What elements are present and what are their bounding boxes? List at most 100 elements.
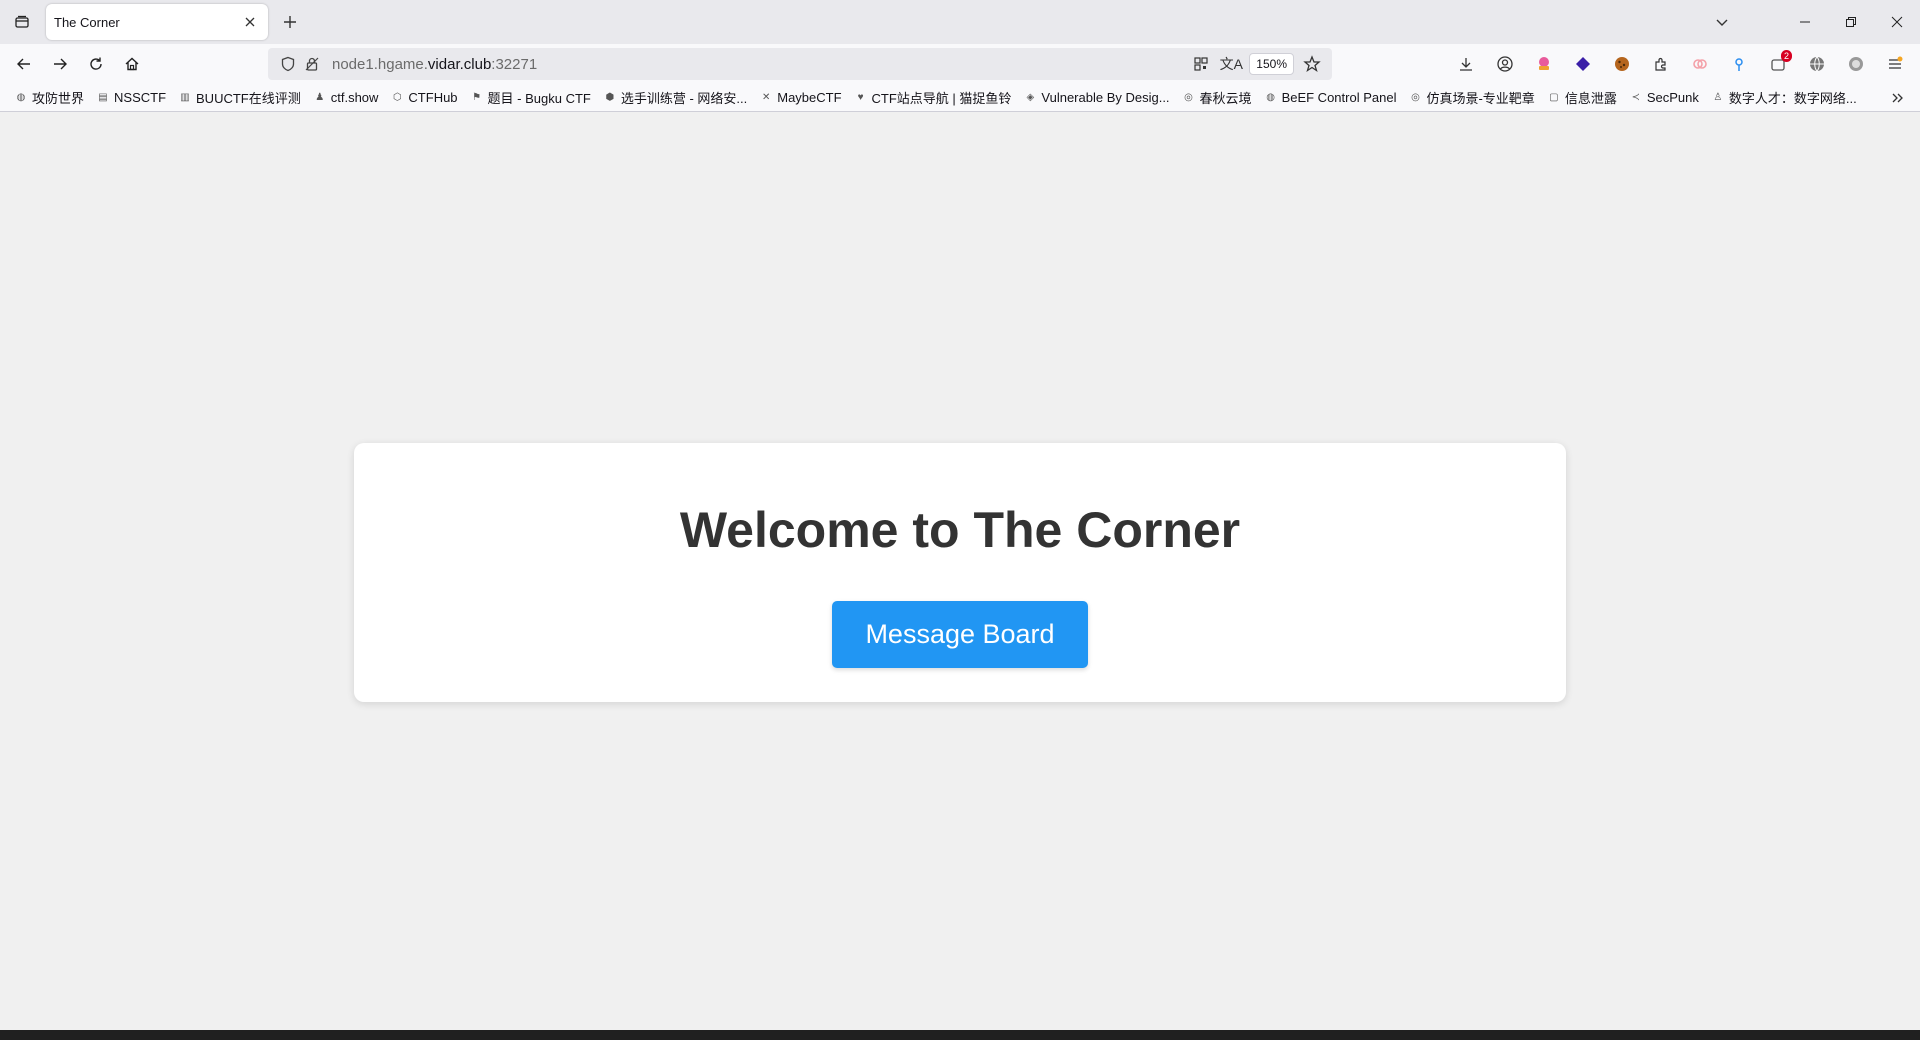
minimize-button[interactable]	[1782, 0, 1828, 44]
close-icon	[245, 17, 255, 27]
bookmark-item[interactable]: ✕ MaybeCTF	[753, 86, 847, 110]
bookmark-item[interactable]: ◍ BeEF Control Panel	[1258, 86, 1403, 110]
bookmark-label: 信息泄露	[1564, 91, 1617, 106]
bookmark-label: CTF站点导航 | 猫捉鱼铃	[871, 91, 1012, 106]
welcome-card: Welcome to The Corner Message Board	[354, 443, 1566, 702]
taskbar-edge	[0, 1030, 1920, 1040]
back-button[interactable]	[8, 48, 40, 80]
hamburger-menu-icon	[1889, 56, 1903, 69]
flag-icon: ⚑	[472, 92, 482, 103]
bookmark-item[interactable]: ▤ NSSCTF	[90, 86, 172, 110]
bookmark-label: BUUCTF在线评测	[196, 91, 301, 106]
extensions-puzzle-icon[interactable]	[1645, 48, 1677, 80]
runner-icon: ♟	[315, 92, 325, 103]
restore-icon	[1846, 17, 1856, 27]
bookmark-item[interactable]: ⬢ 选手训练营 - 网络安...	[597, 86, 753, 110]
bookmark-item[interactable]: ◎ 仿真场景-专业靶章	[1402, 86, 1540, 110]
bookmark-item[interactable]: ♥ CTF站点导航 | 猫捉鱼铃	[848, 86, 1018, 110]
arrow-right-icon	[54, 58, 67, 70]
extension-cube-icon[interactable]	[1567, 48, 1599, 80]
tab-list-button[interactable]	[4, 6, 40, 38]
arrow-left-icon	[17, 58, 30, 70]
qr-code-icon[interactable]	[1189, 52, 1213, 76]
url-domain: vidar.club	[427, 55, 492, 73]
navigation-toolbar: node1.hgame.vidar.club:32271 文A 150% 2	[0, 44, 1920, 84]
close-window-button[interactable]	[1874, 0, 1920, 44]
square-icon: ▢	[1549, 92, 1559, 103]
bookmark-item[interactable]: ◎ 春秋云境	[1176, 86, 1258, 110]
bookmark-label: 攻防世界	[32, 91, 85, 106]
zoom-level-button[interactable]: 150%	[1249, 53, 1294, 75]
restore-button[interactable]	[1828, 0, 1874, 44]
bookmark-label: BeEF Control Panel	[1281, 90, 1397, 105]
cookie-icon[interactable]	[1606, 48, 1638, 80]
swirl-icon: ◎	[1184, 92, 1193, 103]
bookmark-item[interactable]: ▢ 信息泄露	[1541, 86, 1623, 110]
page-content: Welcome to The Corner Message Board	[0, 113, 1920, 1030]
bookmark-item[interactable]: ◈ Vulnerable By Desig...	[1017, 86, 1175, 110]
bookmark-label: 选手训练营 - 网络安...	[620, 91, 748, 106]
bookmark-item[interactable]: ▥ BUUCTF在线评测	[172, 86, 307, 110]
reload-button[interactable]	[80, 48, 112, 80]
bookmark-item[interactable]: ♙ 数字人才：数字网络...	[1705, 86, 1863, 110]
tab-list-icon	[15, 15, 29, 28]
bookmark-label: CTFHub	[408, 90, 458, 105]
extension-circle-icon[interactable]	[1840, 48, 1872, 80]
translate-icon[interactable]: 文A	[1219, 52, 1243, 76]
downloads-button[interactable]	[1450, 48, 1482, 80]
person-icon: ♙	[1713, 92, 1723, 103]
bookmark-label: Vulnerable By Desig...	[1041, 90, 1170, 105]
bookmark-item[interactable]: ≺ SecPunk	[1623, 86, 1705, 110]
extension-badge: 2	[1780, 50, 1792, 62]
tab-strip: The Corner	[0, 0, 1920, 44]
extension-link-icon[interactable]	[1684, 48, 1716, 80]
bookmark-label: 数字人才：数字网络...	[1728, 91, 1857, 106]
extension-notify-button[interactable]: 2	[1762, 48, 1794, 80]
reload-icon	[90, 57, 102, 70]
cat-icon: ♥	[857, 92, 864, 103]
buu-icon: ▥	[180, 92, 190, 103]
urlbar-actions: 文A 150%	[1189, 52, 1324, 76]
active-tab[interactable]: The Corner	[46, 4, 268, 40]
download-icon	[1460, 58, 1472, 71]
extension-hat-icon[interactable]	[1528, 48, 1560, 80]
home-button[interactable]	[116, 48, 148, 80]
bookmark-item[interactable]: ⚑ 题目 - Bugku CTF	[464, 86, 597, 110]
extension-pin-icon[interactable]	[1723, 48, 1755, 80]
message-board-button[interactable]: Message Board	[832, 601, 1088, 668]
bookmark-item[interactable]: ♟ ctf.show	[307, 86, 385, 110]
extension-globe-icon[interactable]	[1801, 48, 1833, 80]
bookmark-item[interactable]: ⬡ CTFHub	[384, 86, 463, 110]
cube-icon: ◈	[1026, 92, 1035, 103]
bookmark-label: MaybeCTF	[777, 90, 842, 105]
bookmark-item[interactable]: ◍ 攻防世界	[8, 86, 90, 110]
bookmarks-overflow-chevron-icon[interactable]	[1886, 86, 1910, 110]
list-all-tabs-button[interactable]	[1708, 8, 1736, 36]
globe-icon: ◍	[16, 92, 26, 103]
address-bar[interactable]: node1.hgame.vidar.club:32271 文A 150%	[268, 48, 1332, 80]
lock-icon[interactable]	[300, 52, 324, 76]
minimize-icon	[1800, 21, 1810, 23]
url-prefix: node1.hgame.	[332, 55, 428, 73]
bookmark-star-icon[interactable]	[1300, 52, 1324, 76]
bookmark-label: 题目 - Bugku CTF	[487, 91, 591, 106]
url-port: :32271	[491, 55, 538, 73]
tab-close-button[interactable]	[240, 12, 260, 32]
url-text[interactable]: node1.hgame.vidar.club:32271	[332, 56, 537, 73]
app-menu-button[interactable]	[1879, 48, 1911, 80]
bookmark-label: ctf.show	[330, 90, 379, 105]
nss-icon: ▤	[98, 92, 108, 103]
home-icon	[125, 57, 139, 71]
shield-icon: ⬢	[605, 92, 615, 103]
account-button[interactable]	[1489, 48, 1521, 80]
chevron-down-icon	[1716, 19, 1728, 26]
new-tab-button[interactable]	[276, 8, 304, 36]
extensions-toolbar: 2	[1450, 48, 1911, 80]
arrow-icon: ≺	[1631, 92, 1641, 103]
account-icon	[1497, 56, 1513, 72]
shield-icon[interactable]	[276, 52, 300, 76]
plus-icon	[284, 16, 296, 28]
bird-icon: ✕	[762, 92, 771, 103]
bookmark-label: SecPunk	[1646, 90, 1699, 105]
forward-button[interactable]	[44, 48, 76, 80]
